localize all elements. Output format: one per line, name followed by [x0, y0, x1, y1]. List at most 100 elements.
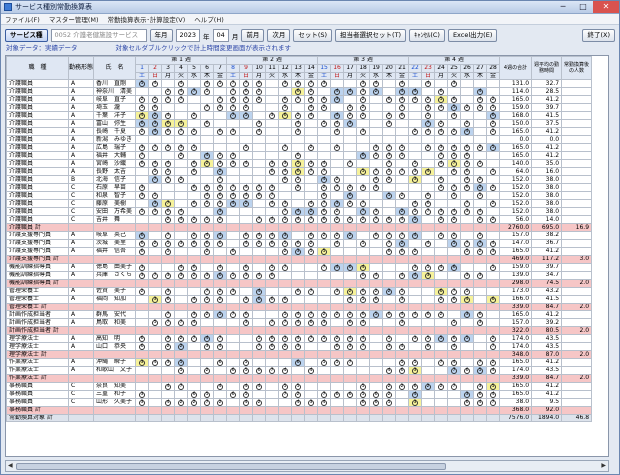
cell-shift[interactable] — [421, 246, 436, 256]
cell-shift[interactable]: 6 — [291, 167, 306, 177]
cell-shift[interactable] — [421, 151, 436, 161]
cell-shift[interactable] — [330, 151, 345, 161]
cell-shift[interactable] — [486, 326, 501, 336]
cell-shift[interactable] — [460, 318, 475, 328]
cell-shift[interactable] — [278, 127, 293, 137]
cell-shift[interactable]: 2 — [252, 95, 267, 105]
table-row[interactable]: 理学療法士 A 山口 恭央 6 2 2 3 4 7 6 2 3 6 3 7 3 4 6 4 7 174.0 43.5 — [6, 342, 593, 352]
table-row[interactable]: 機能訓練指導員 A 兵庫 さくら 3 7 3 3 2 3 6 5 3 4 6 6 4 4 4 3 3 3 139.0 34.… — [6, 270, 593, 280]
cell-shift[interactable] — [148, 151, 163, 161]
cell-shift[interactable]: 5 — [447, 191, 462, 201]
cell-shift[interactable]: 4 — [408, 270, 423, 280]
cell-shift[interactable] — [421, 350, 436, 359]
cell-shift[interactable]: 3 — [382, 151, 397, 161]
cell-shift[interactable] — [382, 350, 397, 359]
cell-shift[interactable] — [265, 373, 280, 383]
cell-shift[interactable] — [382, 183, 397, 193]
cell-shift[interactable]: 2 — [187, 215, 202, 225]
cell-shift[interactable] — [408, 238, 423, 248]
cell-shift[interactable] — [148, 310, 163, 320]
cell-shift[interactable]: 3 — [369, 143, 384, 153]
cell-shift[interactable] — [226, 254, 241, 264]
cell-shift[interactable]: 4 — [252, 270, 267, 280]
cell-shift[interactable] — [291, 230, 306, 240]
cell-shift[interactable] — [382, 413, 397, 423]
cell-shift[interactable]: 3 — [395, 294, 410, 304]
cell-shift[interactable] — [395, 326, 410, 336]
cell-shift[interactable] — [408, 143, 423, 153]
cell-shift[interactable]: 6 — [460, 183, 475, 193]
cell-shift[interactable]: 6 — [447, 294, 462, 304]
cell-shift[interactable] — [135, 302, 150, 312]
cell-shift[interactable] — [135, 413, 150, 423]
cell-shift[interactable] — [161, 350, 176, 359]
cell-shift[interactable]: 3 — [213, 199, 228, 209]
cell-shift[interactable] — [226, 262, 241, 272]
cell-shift[interactable]: 2 — [213, 167, 228, 177]
cell-shift[interactable] — [369, 127, 384, 137]
cell-shift[interactable] — [447, 254, 462, 264]
cell-shift[interactable] — [304, 381, 319, 391]
cell-shift[interactable]: 7 — [369, 167, 384, 177]
cell-shift[interactable]: 6 — [447, 95, 462, 105]
cell-shift[interactable]: 5 — [187, 143, 202, 153]
cell-shift[interactable] — [304, 342, 319, 352]
cell-shift[interactable] — [330, 397, 345, 407]
cell-shift[interactable] — [304, 254, 319, 264]
cell-shift[interactable] — [330, 326, 345, 336]
cell-shift[interactable]: 4 — [408, 199, 423, 209]
cell-shift[interactable] — [421, 135, 436, 145]
cell-shift[interactable] — [265, 246, 280, 256]
cell-shift[interactable] — [421, 405, 436, 415]
cell-shift[interactable]: 5 — [473, 365, 488, 375]
cell-shift[interactable] — [395, 159, 410, 169]
cell-shift[interactable] — [161, 326, 176, 336]
cell-shift[interactable] — [187, 207, 202, 217]
cell-shift[interactable]: 5 — [148, 191, 163, 201]
cell-shift[interactable] — [135, 326, 150, 336]
cell-shift[interactable] — [486, 302, 501, 312]
cell-shift[interactable]: 6 — [187, 183, 202, 193]
cell-shift[interactable] — [330, 159, 345, 169]
cell-shift[interactable] — [239, 246, 254, 256]
cell-shift[interactable]: 5 — [174, 357, 189, 367]
cell-shift[interactable]: 7 — [226, 310, 241, 320]
cell-shift[interactable]: 5 — [174, 365, 189, 375]
cell-shift[interactable]: 5 — [408, 357, 423, 367]
cell-shift[interactable]: 6 — [317, 207, 332, 217]
cell-shift[interactable] — [304, 294, 319, 304]
cell-shift[interactable] — [447, 310, 462, 320]
schedule-grid[interactable]: 職 種勤務形態氏 名第 1 週第 2 週第 3 週第 4 週 4週の合計 週平均の勤… — [5, 55, 609, 457]
cell-shift[interactable]: 6 — [239, 230, 254, 240]
cell-shift[interactable] — [265, 207, 280, 217]
cell-shift[interactable] — [291, 143, 306, 153]
cell-shift[interactable] — [486, 350, 501, 359]
cell-shift[interactable]: 4 — [161, 111, 176, 121]
cell-shift[interactable] — [434, 191, 449, 201]
cell-shift[interactable] — [265, 310, 280, 320]
cell-shift[interactable] — [226, 238, 241, 248]
cell-shift[interactable]: 4 — [252, 230, 267, 240]
cell-shift[interactable]: 7 — [447, 365, 462, 375]
cell-shift[interactable] — [278, 286, 293, 296]
cell-shift[interactable] — [187, 405, 202, 415]
cell-shift[interactable] — [330, 405, 345, 415]
cell-shift[interactable]: 4 — [447, 111, 462, 121]
cell-shift[interactable] — [252, 302, 267, 312]
cell-shift[interactable] — [226, 357, 241, 367]
cell-shift[interactable] — [213, 87, 228, 97]
cell-shift[interactable]: 3 — [174, 238, 189, 248]
cell-shift[interactable] — [486, 151, 501, 161]
cell-shift[interactable] — [187, 191, 202, 201]
prev-month-button[interactable]: 前月 — [241, 29, 265, 42]
cell-shift[interactable]: 7 — [356, 199, 371, 209]
cell-shift[interactable]: 6 — [187, 262, 202, 272]
cell-shift[interactable]: 2 — [330, 215, 345, 225]
cell-shift[interactable] — [382, 318, 397, 328]
cell-shift[interactable]: 6 — [187, 238, 202, 248]
cell-shift[interactable]: 7 — [161, 318, 176, 328]
cell-shift[interactable] — [447, 397, 462, 407]
cell-shift[interactable] — [304, 405, 319, 415]
table-row[interactable]: 介護支援専門員 A 岐阜 英己 6 7 2 4 4 6 4 4 3 6 2 2 2 6 7 7 4 5 2 5 157.0 38… — [6, 230, 593, 240]
cell-shift[interactable]: 6 — [291, 87, 306, 97]
